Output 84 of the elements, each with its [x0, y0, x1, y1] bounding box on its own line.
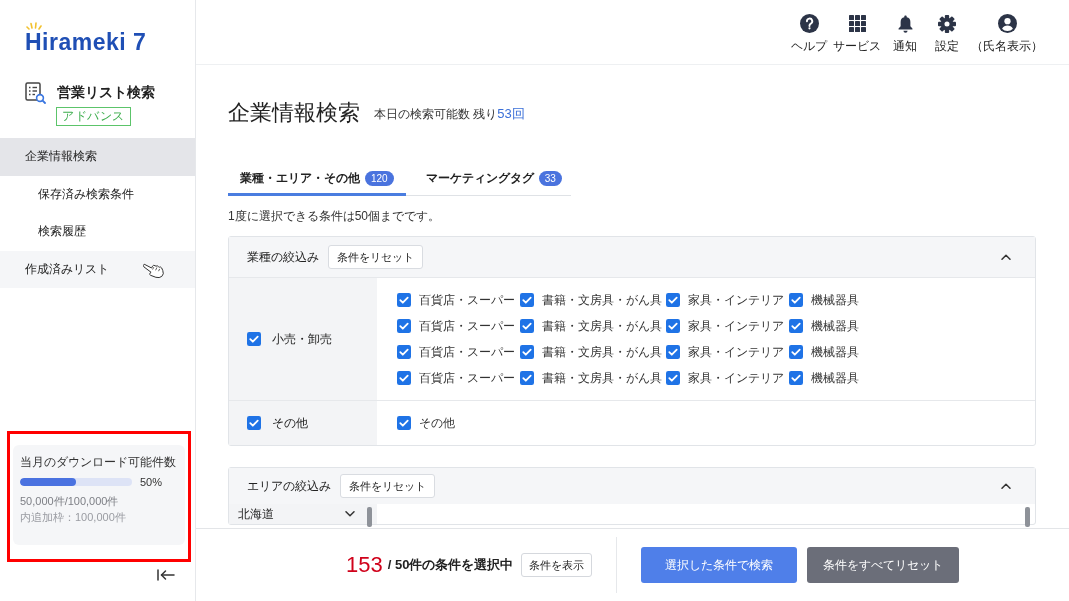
checkbox-label[interactable]: 機械器具: [811, 318, 859, 334]
settings-button[interactable]: 設定: [929, 0, 965, 64]
checkbox[interactable]: [789, 293, 803, 307]
checkbox-label[interactable]: 家具・インテリア: [688, 292, 784, 308]
checkbox[interactable]: [247, 416, 261, 430]
help-icon: [799, 14, 819, 33]
plan-badge: アドバンス: [56, 107, 131, 126]
checkbox-label[interactable]: 機械器具: [811, 344, 859, 360]
logo-wordmark[interactable]: Hirameki 7: [25, 30, 147, 54]
region-item[interactable]: 北海道: [229, 504, 367, 524]
checkbox[interactable]: [397, 293, 411, 307]
page-title: 企業情報検索: [228, 99, 360, 127]
services-button[interactable]: サービス: [833, 0, 881, 64]
collapse-sidebar-icon[interactable]: [157, 569, 175, 581]
sidebar-subitem[interactable]: 検索履歴: [0, 213, 195, 251]
checkbox-label[interactable]: 書籍・文房具・がん具: [542, 292, 662, 308]
selection-note: 1度に選択できる条件は50個までです。: [228, 208, 442, 224]
checkbox-label[interactable]: 機械器具: [811, 370, 859, 386]
chevron-down-icon[interactable]: [345, 511, 355, 517]
sidebar-item[interactable]: 作成済みリスト: [0, 250, 195, 288]
grid-icon: [848, 15, 866, 32]
checkbox[interactable]: [520, 371, 534, 385]
checkbox[interactable]: [397, 371, 411, 385]
download-count: 50,000件/100,000件: [20, 494, 120, 509]
checkbox[interactable]: [789, 319, 803, 333]
checkbox[interactable]: [666, 371, 680, 385]
checkbox[interactable]: [666, 319, 680, 333]
count-badge: 120: [365, 170, 394, 186]
chevron-up-icon[interactable]: [1001, 483, 1011, 489]
card-title: 当月のダウンロード可能件数: [20, 454, 177, 470]
scrollbar-thumb[interactable]: [1025, 507, 1030, 527]
gear-icon: [938, 14, 956, 33]
scrollbar-thumb[interactable]: [367, 507, 372, 527]
selection-limit-text: / 50件の条件を選択中: [387, 556, 514, 574]
tab[interactable]: マーケティングタグ 33: [413, 163, 574, 196]
service-title: 営業リスト検索: [57, 84, 155, 102]
checkbox-label[interactable]: 家具・インテリア: [688, 370, 784, 386]
panel-title: エリアの絞込み: [247, 477, 331, 495]
checkbox-label[interactable]: 家具・インテリア: [688, 318, 784, 334]
reset-button[interactable]: 条件をリセット: [328, 245, 423, 269]
progress-percent: 50%: [140, 476, 163, 488]
category-label[interactable]: その他: [272, 414, 308, 432]
count-badge: 33: [538, 170, 562, 186]
account-button[interactable]: （氏名表示）: [971, 0, 1043, 64]
checkbox-label[interactable]: 書籍・文房具・がん具: [542, 370, 662, 386]
reset-all-button[interactable]: 条件をすべてリセット: [807, 547, 960, 583]
checkbox-label[interactable]: 家具・インテリア: [688, 344, 784, 360]
chevron-up-icon[interactable]: [1001, 254, 1011, 260]
checkbox-label[interactable]: 百貨店・スーパー: [419, 370, 515, 386]
extra-allowance: 内追加枠：100,000件: [20, 510, 127, 525]
panel-title: 業種の絞込み: [247, 248, 319, 266]
checkbox[interactable]: [789, 345, 803, 359]
category-label[interactable]: 小売・卸売: [272, 330, 332, 348]
checkbox[interactable]: [247, 332, 261, 346]
help-button[interactable]: ヘルプ: [791, 0, 827, 64]
checkbox[interactable]: [397, 319, 411, 333]
checkbox[interactable]: [520, 319, 534, 333]
checkbox-label[interactable]: その他: [419, 415, 455, 431]
checkbox-label[interactable]: 百貨店・スーパー: [419, 318, 515, 334]
checkbox-label[interactable]: 百貨店・スーパー: [419, 344, 515, 360]
sparkle-rays-icon: [26, 22, 42, 30]
checkbox[interactable]: [520, 293, 534, 307]
bell-icon: [897, 14, 913, 33]
checkbox[interactable]: [789, 371, 803, 385]
tab[interactable]: 業種・エリア・その他 120: [228, 163, 406, 196]
checkbox-label[interactable]: 書籍・文房具・がん具: [542, 318, 662, 334]
checkbox[interactable]: [397, 416, 411, 430]
checkbox-label[interactable]: 書籍・文房具・がん具: [542, 344, 662, 360]
search-button[interactable]: 選択した条件で検索: [641, 547, 798, 583]
search-quota-text: 本日の検索可能数 残り 53回: [374, 105, 525, 123]
sidebar-subitem[interactable]: 保存済み検索条件: [0, 175, 195, 213]
sidebar-item[interactable]: 企業情報検索: [0, 138, 195, 176]
user-icon: [997, 14, 1017, 33]
checkbox-label[interactable]: 百貨店・スーパー: [419, 292, 515, 308]
list-search-icon: [25, 82, 46, 104]
checkbox[interactable]: [666, 345, 680, 359]
selected-count: 153: [346, 552, 383, 578]
checkbox-label[interactable]: 機械器具: [811, 292, 859, 308]
reset-button[interactable]: 条件をリセット: [340, 474, 435, 498]
checkbox[interactable]: [397, 345, 411, 359]
checkbox[interactable]: [520, 345, 534, 359]
checkbox[interactable]: [666, 293, 680, 307]
notifications-button[interactable]: 通知: [887, 0, 923, 64]
show-conditions-button[interactable]: 条件を表示: [521, 553, 593, 577]
